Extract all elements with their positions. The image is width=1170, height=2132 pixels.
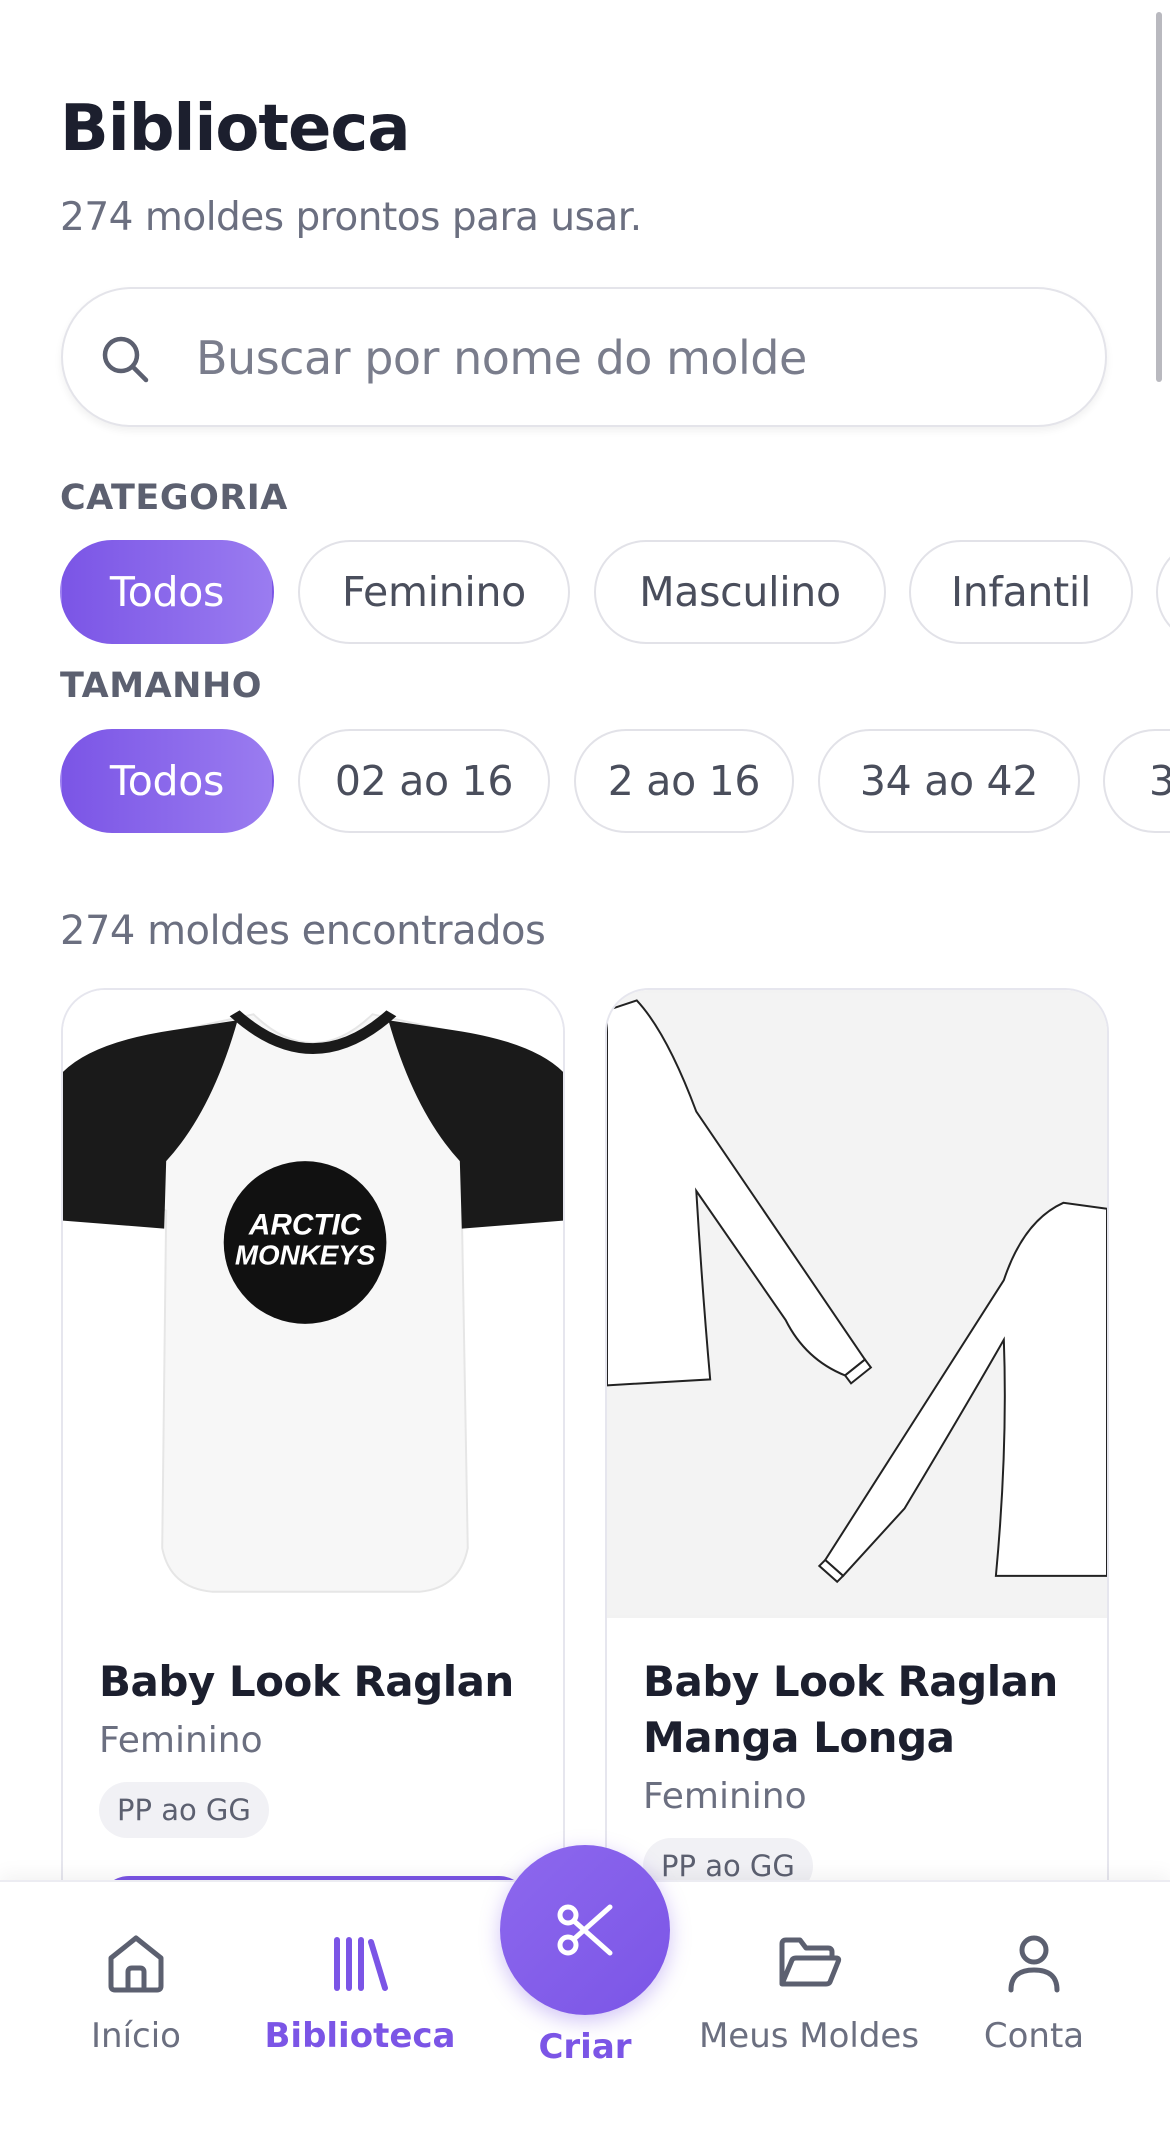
card-category: Feminino <box>643 1776 807 1817</box>
size-chip-02-ao-16[interactable]: 02 ao 16 <box>298 729 550 833</box>
product-image <box>607 990 1107 1618</box>
product-image: ARCTIC MONKEYS <box>63 990 563 1618</box>
category-filter-chips: Todos Feminino Masculino Infantil <box>0 540 1170 644</box>
category-chip-todos[interactable]: Todos <box>60 540 274 644</box>
library-icon <box>334 1937 388 1991</box>
size-filter-chips: Todos 02 ao 16 2 ao 16 34 ao 42 3 <box>0 729 1170 833</box>
scrollbar[interactable] <box>1156 12 1162 382</box>
pattern-card[interactable]: ARCTIC MONKEYS Baby Look Raglan Feminino… <box>61 988 565 1988</box>
logo-text-top: ARCTIC <box>248 1209 362 1242</box>
nav-label-conta: Conta <box>983 2016 1085 2056</box>
size-chip-more[interactable]: 3 <box>1103 729 1170 833</box>
page-title: Biblioteca <box>60 92 410 166</box>
logo-text-bottom: MONKEYS <box>235 1239 376 1270</box>
card-title: Baby Look Raglan Manga Longa <box>643 1657 1058 1762</box>
page-subtitle: 274 moldes prontos para usar. <box>60 195 642 240</box>
nav-item-inicio[interactable]: Início <box>26 1882 246 2082</box>
nav-label-inicio: Início <box>91 2016 181 2056</box>
scissors-icon <box>557 1904 613 1956</box>
results-count: 274 moldes encontrados <box>60 908 546 954</box>
size-badge: PP ao GG <box>99 1782 269 1838</box>
nav-item-conta[interactable]: Conta <box>924 1882 1144 2082</box>
search-bar[interactable] <box>61 287 1107 427</box>
home-icon <box>108 1935 164 1993</box>
nav-item-meus-moldes[interactable]: Meus Moldes <box>699 1882 919 2082</box>
category-filter-label: CATEGORIA <box>60 478 288 518</box>
card-title: Baby Look Raglan <box>99 1657 514 1706</box>
category-chip-masculino[interactable]: Masculino <box>594 540 886 644</box>
create-button[interactable] <box>500 1845 670 2015</box>
category-chip-feminino[interactable]: Feminino <box>298 540 570 644</box>
nav-label-biblioteca: Biblioteca <box>264 2016 456 2056</box>
search-input[interactable] <box>196 319 1056 397</box>
folder-icon <box>779 1937 842 1987</box>
size-chip-todos[interactable]: Todos <box>60 729 274 833</box>
nav-label-meus-moldes: Meus Moldes <box>698 2016 920 2056</box>
category-chip-infantil[interactable]: Infantil <box>909 540 1133 644</box>
size-chip-2-ao-16[interactable]: 2 ao 16 <box>574 729 794 833</box>
user-icon <box>1008 1935 1060 1993</box>
create-label[interactable]: Criar <box>500 2027 670 2067</box>
pattern-card[interactable]: Baby Look Raglan Manga Longa Feminino PP… <box>605 988 1109 1988</box>
size-chip-34-ao-42[interactable]: 34 ao 42 <box>818 729 1080 833</box>
nav-item-biblioteca[interactable]: Biblioteca <box>250 1882 470 2082</box>
card-category: Feminino <box>99 1720 263 1761</box>
size-filter-label: TAMANHO <box>60 666 262 706</box>
category-chip-more[interactable] <box>1156 540 1170 644</box>
search-icon <box>102 336 149 383</box>
